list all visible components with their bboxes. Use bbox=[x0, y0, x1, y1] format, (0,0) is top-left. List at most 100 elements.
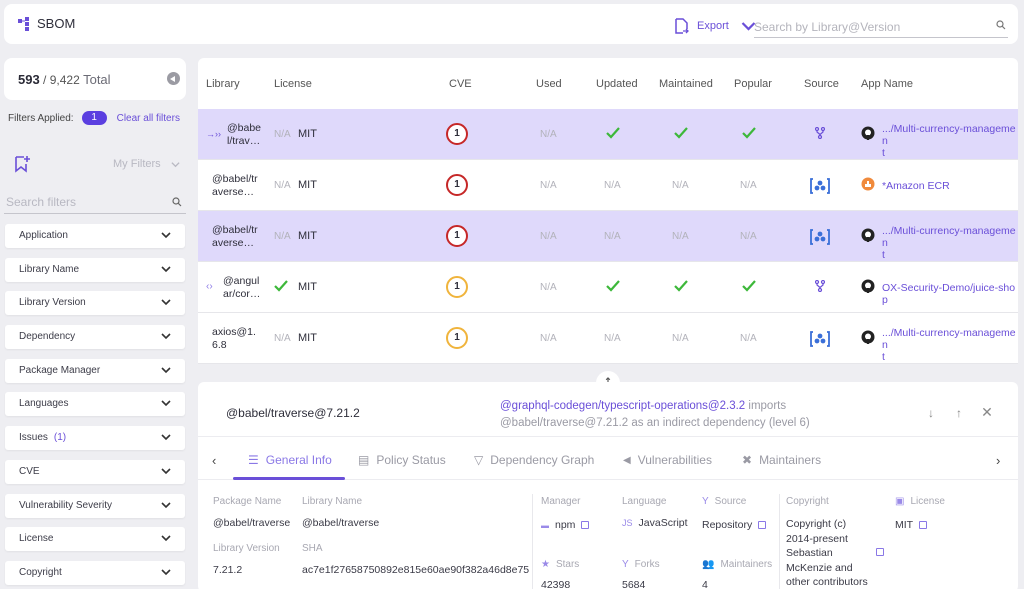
table-row[interactable]: ‹› @angul ar/cor… MIT 1 N/A OX-Security-Demo/j… bbox=[198, 262, 1018, 313]
maintained-value: N/A bbox=[672, 180, 689, 191]
column-header-app-name[interactable]: App Name bbox=[861, 78, 913, 90]
library-name[interactable]: @babel/tr averse… bbox=[212, 224, 272, 250]
collapse-sidebar-icon[interactable] bbox=[167, 72, 180, 85]
tabs-scroll-left-icon[interactable]: ‹ bbox=[212, 453, 216, 468]
filter-facet[interactable]: Library Name bbox=[5, 257, 185, 282]
external-link-icon[interactable] bbox=[758, 521, 767, 530]
updated-value: N/A bbox=[604, 333, 621, 344]
column-header-updated[interactable]: Updated bbox=[596, 78, 638, 90]
tab-maintainers[interactable]: ✖ Maintainers bbox=[742, 453, 821, 467]
column-header-cve[interactable]: CVE bbox=[449, 78, 472, 90]
library-name-line: @babe bbox=[227, 122, 262, 134]
repository-icon bbox=[814, 279, 826, 293]
app-name-line: .../Multi-currency-managemen bbox=[882, 327, 1016, 351]
external-link-icon[interactable] bbox=[919, 521, 928, 530]
license-value: MIT bbox=[298, 128, 317, 140]
filter-facet[interactable]: Copyright bbox=[5, 560, 185, 585]
column-header-popular[interactable]: Popular bbox=[734, 78, 772, 90]
license-status: N/A bbox=[274, 180, 291, 191]
tab-vulnerabilities[interactable]: ◀ Vulnerabilities bbox=[623, 453, 712, 467]
filter-facet-label: Dependency bbox=[19, 331, 81, 342]
close-icon[interactable]: ✕ bbox=[980, 404, 994, 421]
cve-badge[interactable]: 1 bbox=[446, 327, 468, 349]
app-name-link[interactable]: *Amazon ECR bbox=[882, 180, 1018, 192]
column-header-source[interactable]: Source bbox=[804, 78, 839, 90]
importer-link[interactable]: @graphql-codegen/typescript-operations@2… bbox=[500, 400, 745, 412]
language-text: JavaScript bbox=[638, 517, 688, 529]
table-row[interactable]: @babel/tr averse… N/A MIT 1 N/A N/A N/A N/A *Amaz… bbox=[198, 160, 1018, 211]
bookmark-add-icon[interactable] bbox=[14, 155, 30, 173]
column-header-used[interactable]: Used bbox=[536, 78, 562, 90]
license-text: MIT bbox=[895, 519, 914, 531]
app-name-link[interactable]: OX-Security-Demo/juice-shop bbox=[882, 282, 1018, 306]
filter-facet[interactable]: License bbox=[5, 527, 185, 552]
filter-facet-label: CVE bbox=[19, 466, 46, 477]
tab-policy-status[interactable]: ▤ Policy Status bbox=[358, 453, 446, 467]
tab-general-info[interactable]: ☰ General Info bbox=[248, 453, 332, 467]
graph-icon: ▽ bbox=[474, 453, 484, 467]
copyright-line: 2014-present bbox=[786, 532, 848, 545]
app-name-line: .../Multi-currency-managemen bbox=[882, 225, 1016, 249]
filter-facet[interactable]: Issues (1) bbox=[5, 426, 185, 451]
cve-badge[interactable]: 1 bbox=[446, 123, 468, 145]
search-icon[interactable] bbox=[996, 20, 1006, 30]
column-header-maintained[interactable]: Maintained bbox=[659, 78, 713, 90]
cve-badge[interactable]: 1 bbox=[446, 225, 468, 247]
next-arrow-icon[interactable]: ↓ bbox=[924, 406, 938, 421]
library-name-line: ar/cor… bbox=[223, 288, 261, 300]
filter-facet-label: Package Manager bbox=[19, 365, 106, 376]
used-value: N/A bbox=[540, 282, 557, 293]
used-value: N/A bbox=[540, 180, 557, 191]
app-name-line: t bbox=[882, 147, 885, 159]
filter-search-input[interactable] bbox=[4, 192, 164, 209]
my-filters-dropdown[interactable]: My Filters bbox=[113, 158, 180, 170]
table-row[interactable]: @babel/tr averse… N/A MIT 1 N/A N/A N/A N/A .../M… bbox=[198, 211, 1018, 262]
filter-facet[interactable]: Languages bbox=[5, 392, 185, 417]
cve-badge[interactable]: 1 bbox=[446, 174, 468, 196]
manager-label: Manager bbox=[541, 496, 581, 507]
filter-facet[interactable]: Application bbox=[5, 224, 185, 248]
count-shown: 593 bbox=[18, 72, 40, 87]
filter-facet[interactable]: CVE bbox=[5, 459, 185, 484]
maintainers-label: 👥 Maintainers bbox=[702, 559, 772, 570]
language-value: JS JavaScript bbox=[622, 517, 688, 529]
app-name-link[interactable]: .../Multi-currency-managemen t bbox=[882, 225, 1018, 261]
export-file-icon bbox=[675, 18, 689, 34]
library-name-line: 6.8 bbox=[212, 339, 227, 351]
filter-facet[interactable]: Library Version bbox=[5, 291, 185, 316]
filter-facet[interactable]: Vulnerability Severity bbox=[5, 493, 185, 518]
previous-arrow-icon[interactable]: ↑ bbox=[952, 406, 966, 421]
forks-label-text: Forks bbox=[634, 559, 660, 570]
copyright-line: Copyright (c) bbox=[786, 518, 847, 530]
license-icon: ▣ bbox=[895, 496, 905, 507]
clear-all-filters-link[interactable]: Clear all filters bbox=[117, 113, 180, 124]
tab-dependency-graph[interactable]: ▽ Dependency Graph bbox=[474, 453, 594, 467]
library-search-input[interactable] bbox=[754, 19, 984, 34]
tabs-scroll-right-icon[interactable]: › bbox=[996, 453, 1000, 468]
chevron-down-icon bbox=[161, 535, 171, 542]
detail-nav: ↓ ↑ ✕ bbox=[924, 404, 994, 421]
table-row[interactable]: axios@1. 6.8 N/A MIT 1 N/A N/A N/A N/A .../Multi-… bbox=[198, 313, 1018, 364]
column-header-library[interactable]: Library bbox=[206, 78, 240, 90]
external-link-icon[interactable] bbox=[876, 548, 884, 556]
search-icon[interactable] bbox=[172, 197, 182, 207]
export-label: Export bbox=[697, 20, 729, 32]
forks-value: 5684 bbox=[622, 579, 646, 589]
filter-facet[interactable]: Dependency bbox=[5, 325, 185, 350]
library-name[interactable]: axios@1. 6.8 bbox=[212, 326, 272, 352]
library-name[interactable]: @babel/tr averse… bbox=[212, 173, 272, 199]
popular-value: N/A bbox=[740, 180, 757, 191]
column-header-license[interactable]: License bbox=[274, 78, 312, 90]
app-name-link[interactable]: .../Multi-currency-managemen t bbox=[882, 327, 1018, 363]
facet-name: Package Manager bbox=[19, 364, 101, 376]
manager-value: ▬ npm bbox=[541, 519, 590, 531]
cve-badge[interactable]: 1 bbox=[446, 276, 468, 298]
facet-name: CVE bbox=[19, 465, 40, 477]
export-button[interactable]: Export bbox=[674, 18, 756, 34]
app-name-link[interactable]: .../Multi-currency-managemen t bbox=[882, 123, 1018, 159]
filter-facet[interactable]: Package Manager bbox=[5, 358, 185, 383]
copyright-line: other contributors bbox=[786, 576, 868, 588]
table-row[interactable]: →›› @babe l/trav… N/A MIT 1 N/A .../Multi-curre… bbox=[198, 109, 1018, 160]
chevron-down-icon bbox=[161, 266, 171, 272]
external-link-icon[interactable] bbox=[581, 521, 590, 530]
